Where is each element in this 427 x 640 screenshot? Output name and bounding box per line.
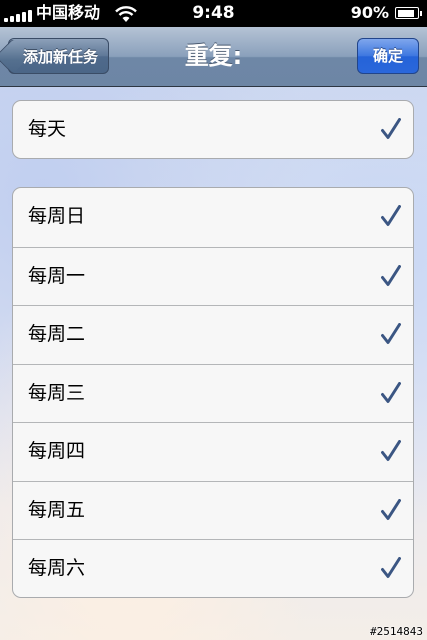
daily-group: 每天 [12, 100, 414, 159]
repeat-row-thursday[interactable]: 每周四 [13, 422, 413, 481]
screen: 中国移动 9:48 90% 重复: 添加新任务 确定 每天 每周日 每周一 每周… [0, 0, 427, 640]
repeat-row-monday[interactable]: 每周一 [13, 246, 413, 306]
repeat-row-friday[interactable]: 每周五 [13, 480, 413, 540]
repeat-row-daily[interactable]: 每天 [13, 101, 413, 158]
confirm-button[interactable]: 确定 [357, 38, 419, 74]
watermark-text: #2514843 [370, 625, 423, 638]
row-label: 每周三 [28, 381, 86, 404]
repeat-row-tuesday[interactable]: 每周二 [13, 305, 413, 364]
checkmark-icon [381, 118, 401, 139]
repeat-row-saturday[interactable]: 每周六 [13, 539, 413, 597]
row-label: 每周六 [28, 557, 86, 579]
checkmark-icon [381, 323, 401, 344]
repeat-row-sunday[interactable]: 每周日 [13, 188, 413, 247]
row-label: 每周日 [28, 205, 86, 227]
checkmark-icon [381, 381, 401, 403]
row-label: 每周二 [28, 323, 86, 345]
content-area: 每天 每周日 每周一 每周二 每周三 每周四 每周五 每周六 [0, 87, 427, 640]
navigation-bar: 重复: 添加新任务 确定 [0, 27, 427, 87]
checkmark-icon [381, 440, 401, 461]
row-label: 每周一 [28, 264, 86, 287]
back-button-label: 添加新任务 [23, 48, 99, 66]
row-label: 每天 [28, 118, 67, 140]
repeat-row-wednesday[interactable]: 每周三 [13, 363, 413, 423]
row-label: 每周四 [28, 440, 86, 462]
battery-percentage: 90% [350, 3, 389, 22]
checkmark-icon [381, 557, 401, 578]
weekdays-group: 每周日 每周一 每周二 每周三 每周四 每周五 每周六 [12, 187, 414, 598]
checkmark-icon [381, 205, 401, 226]
checkmark-icon [381, 264, 401, 286]
battery-icon [395, 7, 422, 19]
status-bar: 中国移动 9:48 90% [0, 0, 427, 27]
back-button[interactable]: 添加新任务 [8, 38, 110, 74]
checkmark-icon [381, 498, 401, 520]
row-label: 每周五 [28, 498, 86, 521]
